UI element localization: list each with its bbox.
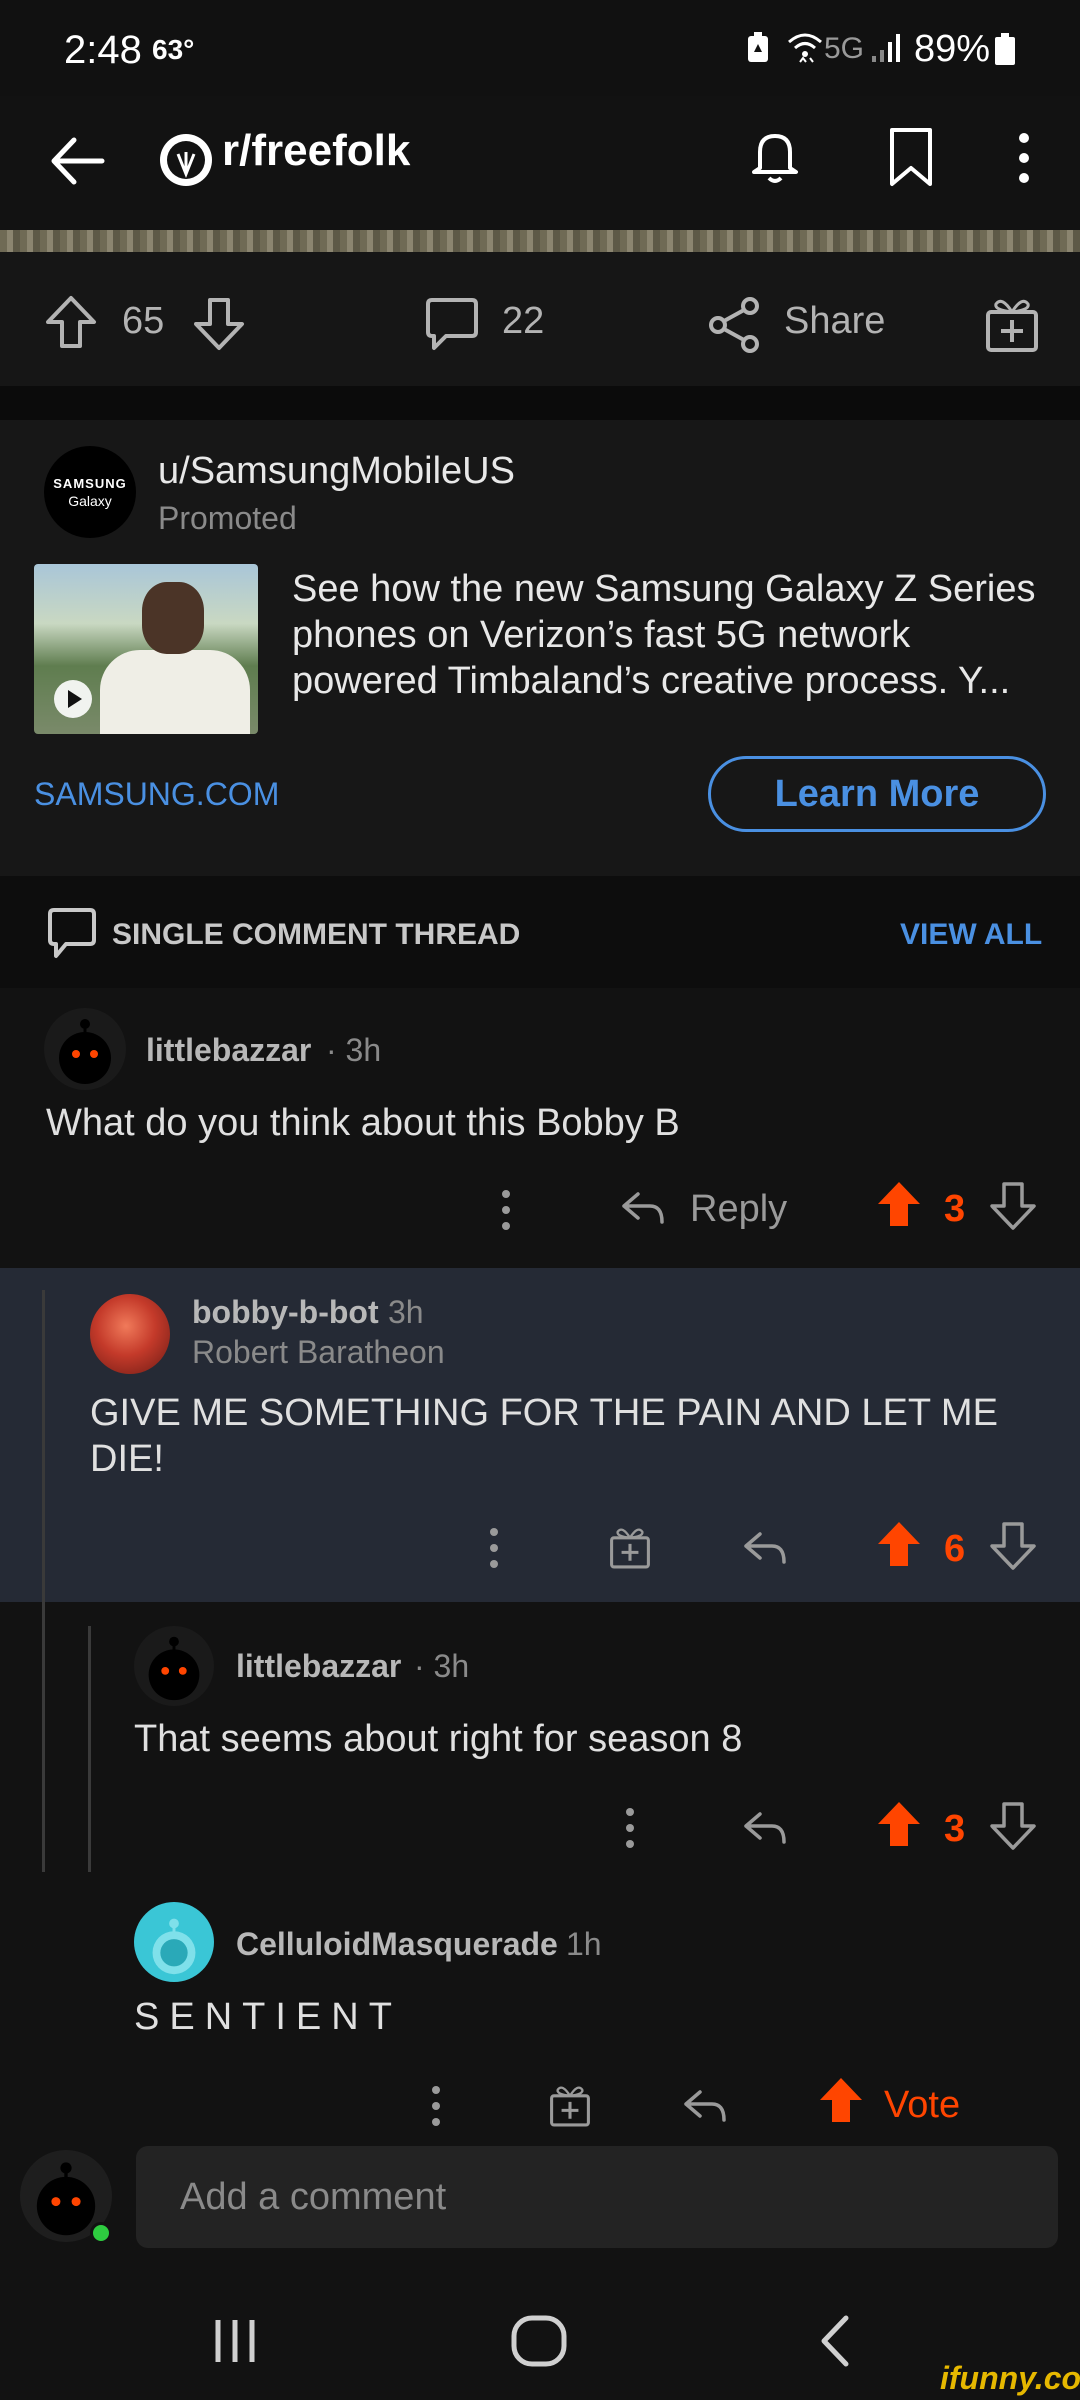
back-arrow-icon[interactable] xyxy=(46,130,108,192)
subreddit-icon[interactable] xyxy=(156,130,216,190)
status-battery: 89% xyxy=(914,28,991,70)
share-icon[interactable] xyxy=(706,296,762,354)
online-status-dot xyxy=(90,2222,112,2244)
more-vertical-icon[interactable] xyxy=(1010,130,1038,186)
comment-username[interactable]: bobby-b-bot xyxy=(192,1294,379,1331)
ad-description[interactable]: See how the new Samsung Galaxy Z Series … xyxy=(292,566,1062,704)
add-comment-input[interactable]: Add a comment xyxy=(136,2146,1058,2248)
comment-time: 3h xyxy=(388,1294,424,1330)
advertiser-avatar[interactable]: SAMSUNG Galaxy xyxy=(44,446,136,538)
comment-body: GIVE ME SOMETHING FOR THE PAIN AND LET M… xyxy=(90,1392,998,1480)
award-icon[interactable] xyxy=(548,2082,592,2128)
snoo-avatar[interactable] xyxy=(134,1902,214,1982)
share-label[interactable]: Share xyxy=(784,300,885,343)
user-flair: Robert Baratheon xyxy=(192,1334,445,1370)
thumbnail-head xyxy=(142,582,204,654)
post-score: 65 xyxy=(122,300,165,342)
comment-time: · 3h xyxy=(326,1032,382,1068)
upvote-filled-icon[interactable] xyxy=(818,2076,864,2124)
comment-highlighted: bobby-b-bot 3h Robert Baratheon GIVE ME … xyxy=(0,1268,1080,1602)
reply-icon[interactable] xyxy=(742,1808,788,1848)
comment-username[interactable]: littlebazzar xyxy=(236,1648,401,1685)
system-nav-bar xyxy=(0,2280,1080,2400)
comment-score: 6 xyxy=(944,1528,966,1570)
top-app-bar: r/freefolk xyxy=(0,96,1080,230)
reply-icon[interactable] xyxy=(742,1528,788,1568)
ad-domain-link[interactable]: SAMSUNG.COM xyxy=(34,776,279,813)
downvote-icon[interactable] xyxy=(990,1522,1036,1570)
more-vertical-icon[interactable] xyxy=(496,1188,516,1232)
nav-back-icon[interactable] xyxy=(816,2314,856,2368)
status-bar: 2:48 63° 5G 89% xyxy=(0,0,1080,96)
status-temperature: 63° xyxy=(152,34,195,65)
upvote-icon[interactable] xyxy=(44,294,98,350)
thread-line[interactable] xyxy=(42,1290,45,1602)
avatar-brand-text: SAMSUNG xyxy=(53,476,127,491)
thread-header: SINGLE COMMENT THREAD VIEW ALL xyxy=(0,876,1080,988)
thumbnail-figure xyxy=(100,650,250,734)
reply-label[interactable]: Reply xyxy=(690,1188,787,1231)
comment-body: SENTIENT xyxy=(134,1996,402,2038)
subreddit-title[interactable]: r/freefolk xyxy=(222,126,410,176)
more-vertical-icon[interactable] xyxy=(484,1526,504,1570)
battery-icon xyxy=(994,32,1016,66)
learn-more-button[interactable]: Learn More xyxy=(708,756,1046,832)
reply-icon[interactable] xyxy=(682,2086,728,2126)
reply-icon[interactable] xyxy=(620,1188,666,1228)
comment-icon[interactable] xyxy=(424,296,480,354)
award-icon[interactable] xyxy=(984,294,1040,354)
status-time: 2:48 xyxy=(64,28,142,72)
thread-label: SINGLE COMMENT THREAD xyxy=(112,918,521,951)
play-icon[interactable] xyxy=(54,680,92,718)
comment-username[interactable]: littlebazzar xyxy=(146,1032,311,1069)
comment: littlebazzar · 3h That seems about right… xyxy=(0,1602,1080,2128)
vote-label[interactable]: Vote xyxy=(884,2084,960,2127)
more-vertical-icon[interactable] xyxy=(620,1806,640,1850)
watermark-logo: ifunny.co xyxy=(940,2360,1080,2396)
comment-body: That seems about right for season 8 xyxy=(134,1718,743,1760)
bot-avatar[interactable] xyxy=(90,1294,170,1374)
bookmark-icon[interactable] xyxy=(884,126,938,188)
advertiser-username[interactable]: u/SamsungMobileUS xyxy=(158,450,515,493)
signal-icon xyxy=(870,30,904,64)
divider xyxy=(0,386,1080,420)
comment: littlebazzar · 3h What do you think abou… xyxy=(0,988,1080,1268)
promoted-label: Promoted xyxy=(158,500,297,536)
comment-username[interactable]: CelluloidMasquerade xyxy=(236,1926,558,1963)
status-network: 5G xyxy=(824,32,865,65)
award-icon[interactable] xyxy=(608,1524,652,1570)
wifi-icon xyxy=(786,28,824,66)
upvote-filled-icon[interactable] xyxy=(876,1520,922,1568)
downvote-icon[interactable] xyxy=(990,1182,1036,1230)
post-media-strip xyxy=(0,230,1080,252)
comment-count[interactable]: 22 xyxy=(502,300,544,343)
comment-thread-icon xyxy=(46,906,98,962)
comment-body: What do you think about this Bobby B xyxy=(46,1102,680,1144)
downvote-icon[interactable] xyxy=(990,1802,1036,1850)
snoo-avatar[interactable] xyxy=(44,1008,126,1090)
more-vertical-icon[interactable] xyxy=(426,2084,446,2128)
view-all-link[interactable]: VIEW ALL xyxy=(900,918,1042,952)
home-icon[interactable] xyxy=(510,2314,568,2368)
recent-apps-icon[interactable] xyxy=(210,2316,260,2366)
comment-time: 1h xyxy=(566,1926,602,1962)
bell-icon[interactable] xyxy=(744,124,806,186)
avatar-sub-text: Galaxy xyxy=(68,493,112,509)
upvote-filled-icon[interactable] xyxy=(876,1180,922,1228)
upvote-filled-icon[interactable] xyxy=(876,1800,922,1848)
comment-score: 3 xyxy=(944,1808,966,1850)
comment-score: 3 xyxy=(944,1188,966,1230)
comment-time: · 3h xyxy=(414,1648,470,1684)
downvote-icon[interactable] xyxy=(192,296,246,352)
snoo-avatar[interactable] xyxy=(134,1626,214,1706)
comment: CelluloidMasquerade 1h SENTIENT Vote xyxy=(0,1872,1080,2128)
battery-saver-icon xyxy=(746,32,770,64)
ad-video-thumbnail[interactable] xyxy=(34,564,258,734)
post-action-bar: 65 22 Share xyxy=(0,252,1080,386)
